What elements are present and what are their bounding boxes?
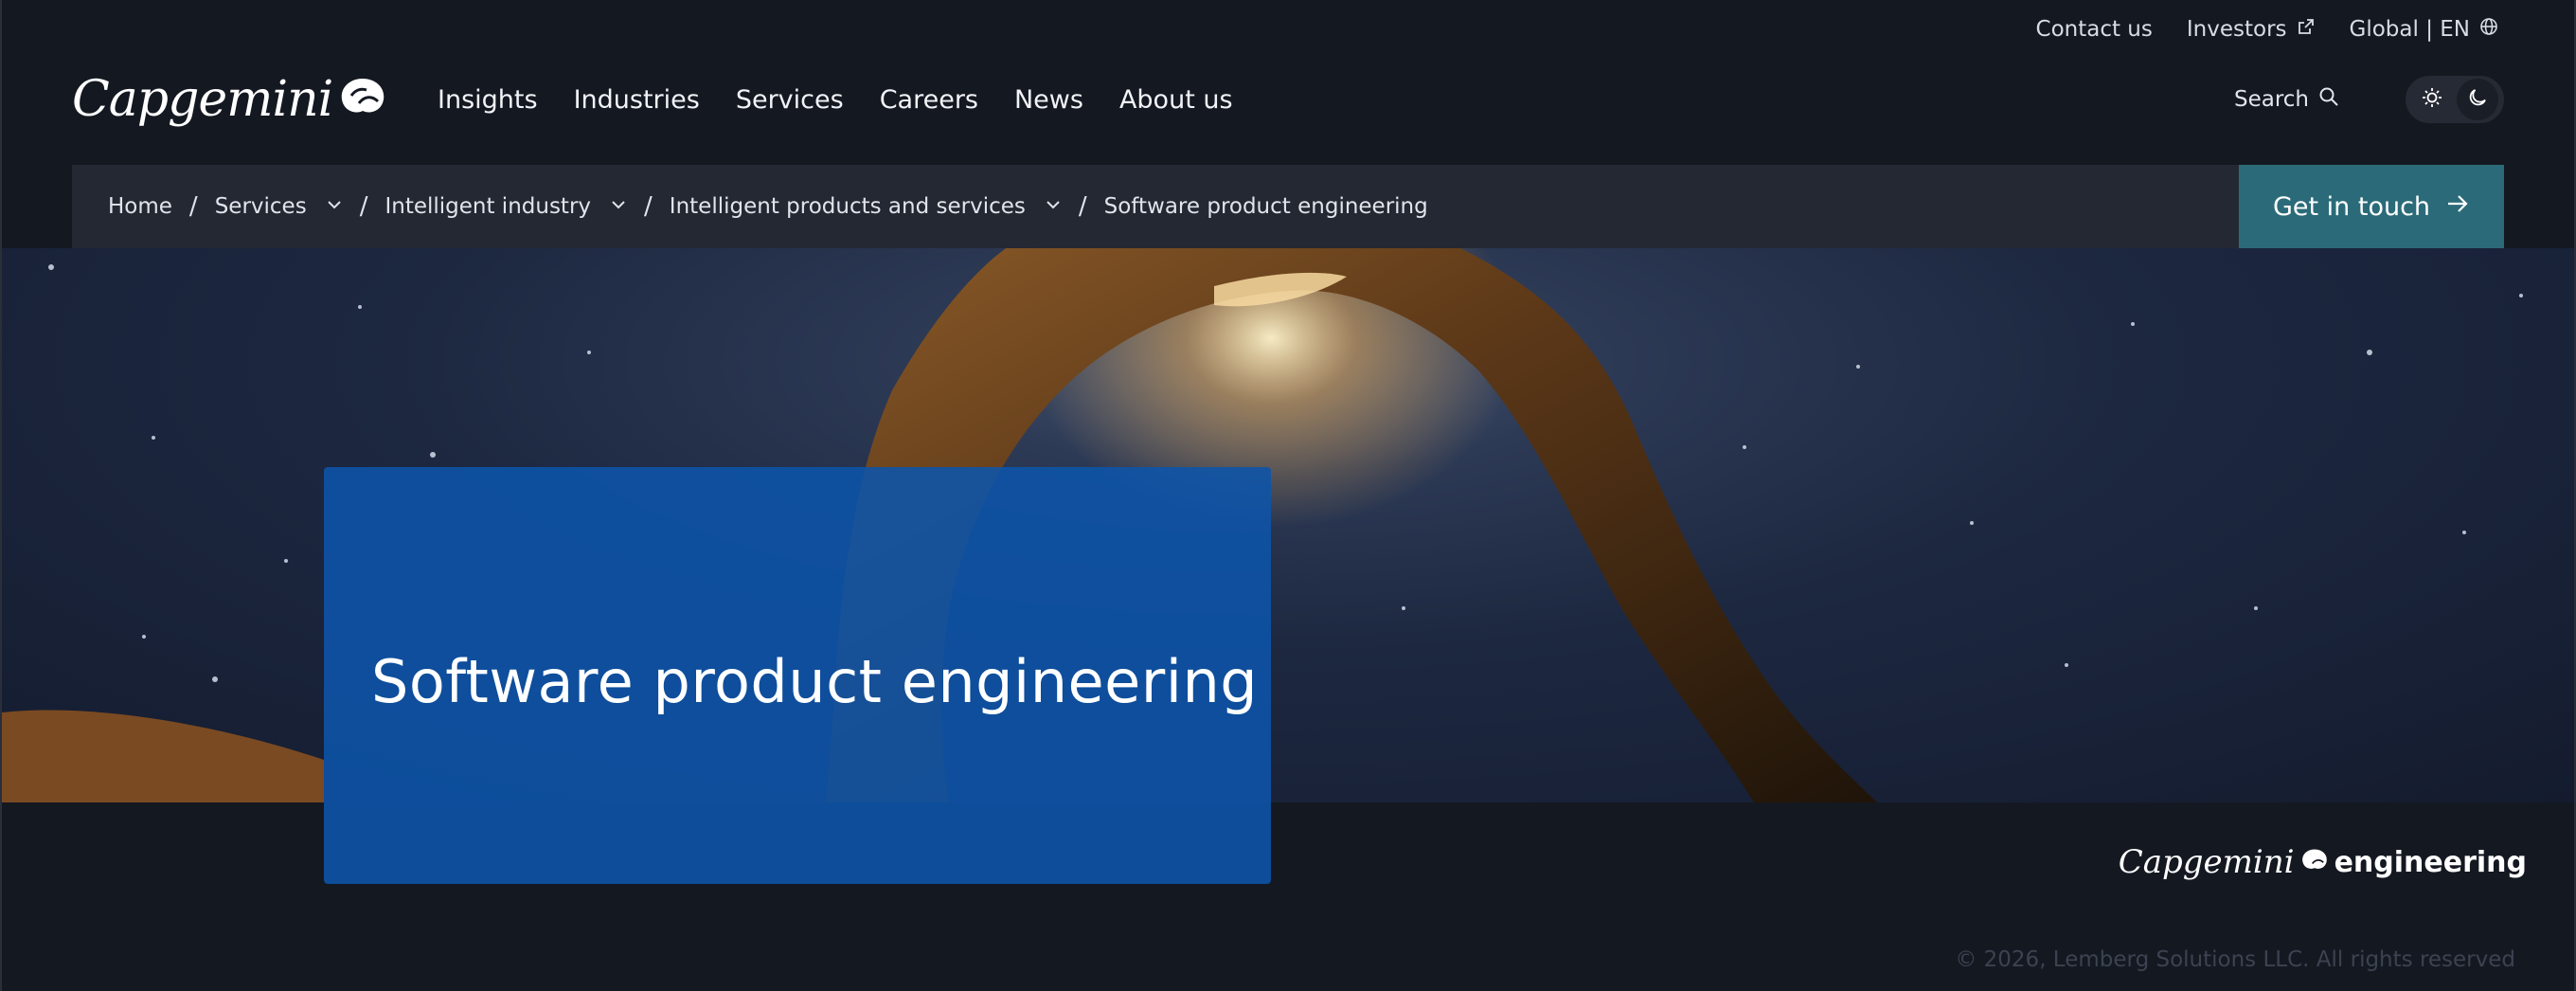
capgemini-engineering-logo: Capgemini engineering [2119, 843, 2527, 881]
footer-logo-word: Capgemini [2118, 843, 2295, 881]
contact-label: Contact us [2035, 17, 2153, 42]
utility-bar: Contact us Investors Global | EN [2036, 17, 2498, 42]
page-title: Software product engineering [371, 647, 1259, 716]
locale-selector[interactable]: Global | EN [2350, 17, 2498, 42]
breadcrumb-intelligent-industry[interactable]: Intelligent industry [385, 194, 627, 219]
nav-about-us[interactable]: About us [1119, 85, 1233, 115]
search-icon [2318, 86, 2339, 113]
chevron-down-icon [318, 194, 343, 219]
search-button[interactable]: Search [2234, 86, 2339, 113]
sun-icon [2421, 86, 2443, 113]
breadcrumb-home[interactable]: Home [108, 194, 172, 219]
hero-title-card: Software product engineering [324, 467, 1271, 884]
breadcrumb-separator: / [644, 192, 653, 221]
primary-nav: Insights Industries Services Careers New… [438, 85, 1233, 115]
breadcrumb-intelligent-industry-label: Intelligent industry [385, 194, 592, 219]
light-mode-button[interactable] [2411, 79, 2453, 120]
nav-insights[interactable]: Insights [438, 85, 538, 115]
nav-services[interactable]: Services [736, 85, 844, 115]
get-in-touch-button[interactable]: Get in touch [2239, 165, 2504, 248]
theme-toggle [2406, 76, 2504, 123]
breadcrumb-services-label: Services [214, 194, 307, 219]
globe-icon [2479, 17, 2498, 42]
moon-icon [2466, 86, 2489, 113]
nav-careers[interactable]: Careers [880, 85, 978, 115]
breadcrumb-separator: / [359, 192, 368, 221]
search-label: Search [2233, 87, 2309, 112]
chevron-down-icon [1037, 194, 1062, 219]
external-link-icon [2297, 17, 2316, 42]
investors-label: Investors [2186, 17, 2287, 42]
breadcrumb-separator: / [1078, 192, 1087, 221]
breadcrumb-current: Software product engineering [1104, 194, 1428, 219]
contact-link[interactable]: Contact us [2036, 17, 2153, 42]
breadcrumb-current-label: Software product engineering [1103, 194, 1428, 219]
spade-logo-icon [338, 75, 387, 124]
locale-label: Global | EN [2349, 17, 2470, 42]
investors-link[interactable]: Investors [2187, 17, 2316, 42]
nav-news[interactable]: News [1014, 85, 1083, 115]
footer-logo-suffix: engineering [2334, 845, 2527, 879]
breadcrumb-intelligent-products-label: Intelligent products and services [669, 194, 1026, 219]
get-in-touch-label: Get in touch [2272, 191, 2431, 222]
spade-logo-icon [2300, 847, 2329, 877]
page: Contact us Investors Global | EN Capgemi… [0, 0, 2576, 991]
breadcrumb-bar: Home / Services / Intelligent industry /… [72, 165, 2504, 248]
header-actions: Search [2234, 76, 2504, 123]
capgemini-logo[interactable]: Capgemini [72, 71, 385, 128]
dark-mode-button[interactable] [2457, 79, 2498, 120]
breadcrumb: Home / Services / Intelligent industry /… [72, 192, 1428, 221]
chevron-down-icon [602, 194, 627, 219]
copyright-text: © 2026, Lemberg Solutions LLC. All right… [1955, 947, 2515, 972]
breadcrumb-intelligent-products[interactable]: Intelligent products and services [670, 194, 1062, 219]
arrow-right-icon [2445, 191, 2470, 223]
nav-industries[interactable]: Industries [574, 85, 700, 115]
breadcrumb-services[interactable]: Services [215, 194, 343, 219]
main-header: Capgemini Insights Industries Services C… [72, 59, 2504, 140]
logo-wordmark: Capgemini [72, 71, 333, 128]
breadcrumb-home-label: Home [108, 194, 172, 219]
breadcrumb-separator: / [188, 192, 198, 221]
